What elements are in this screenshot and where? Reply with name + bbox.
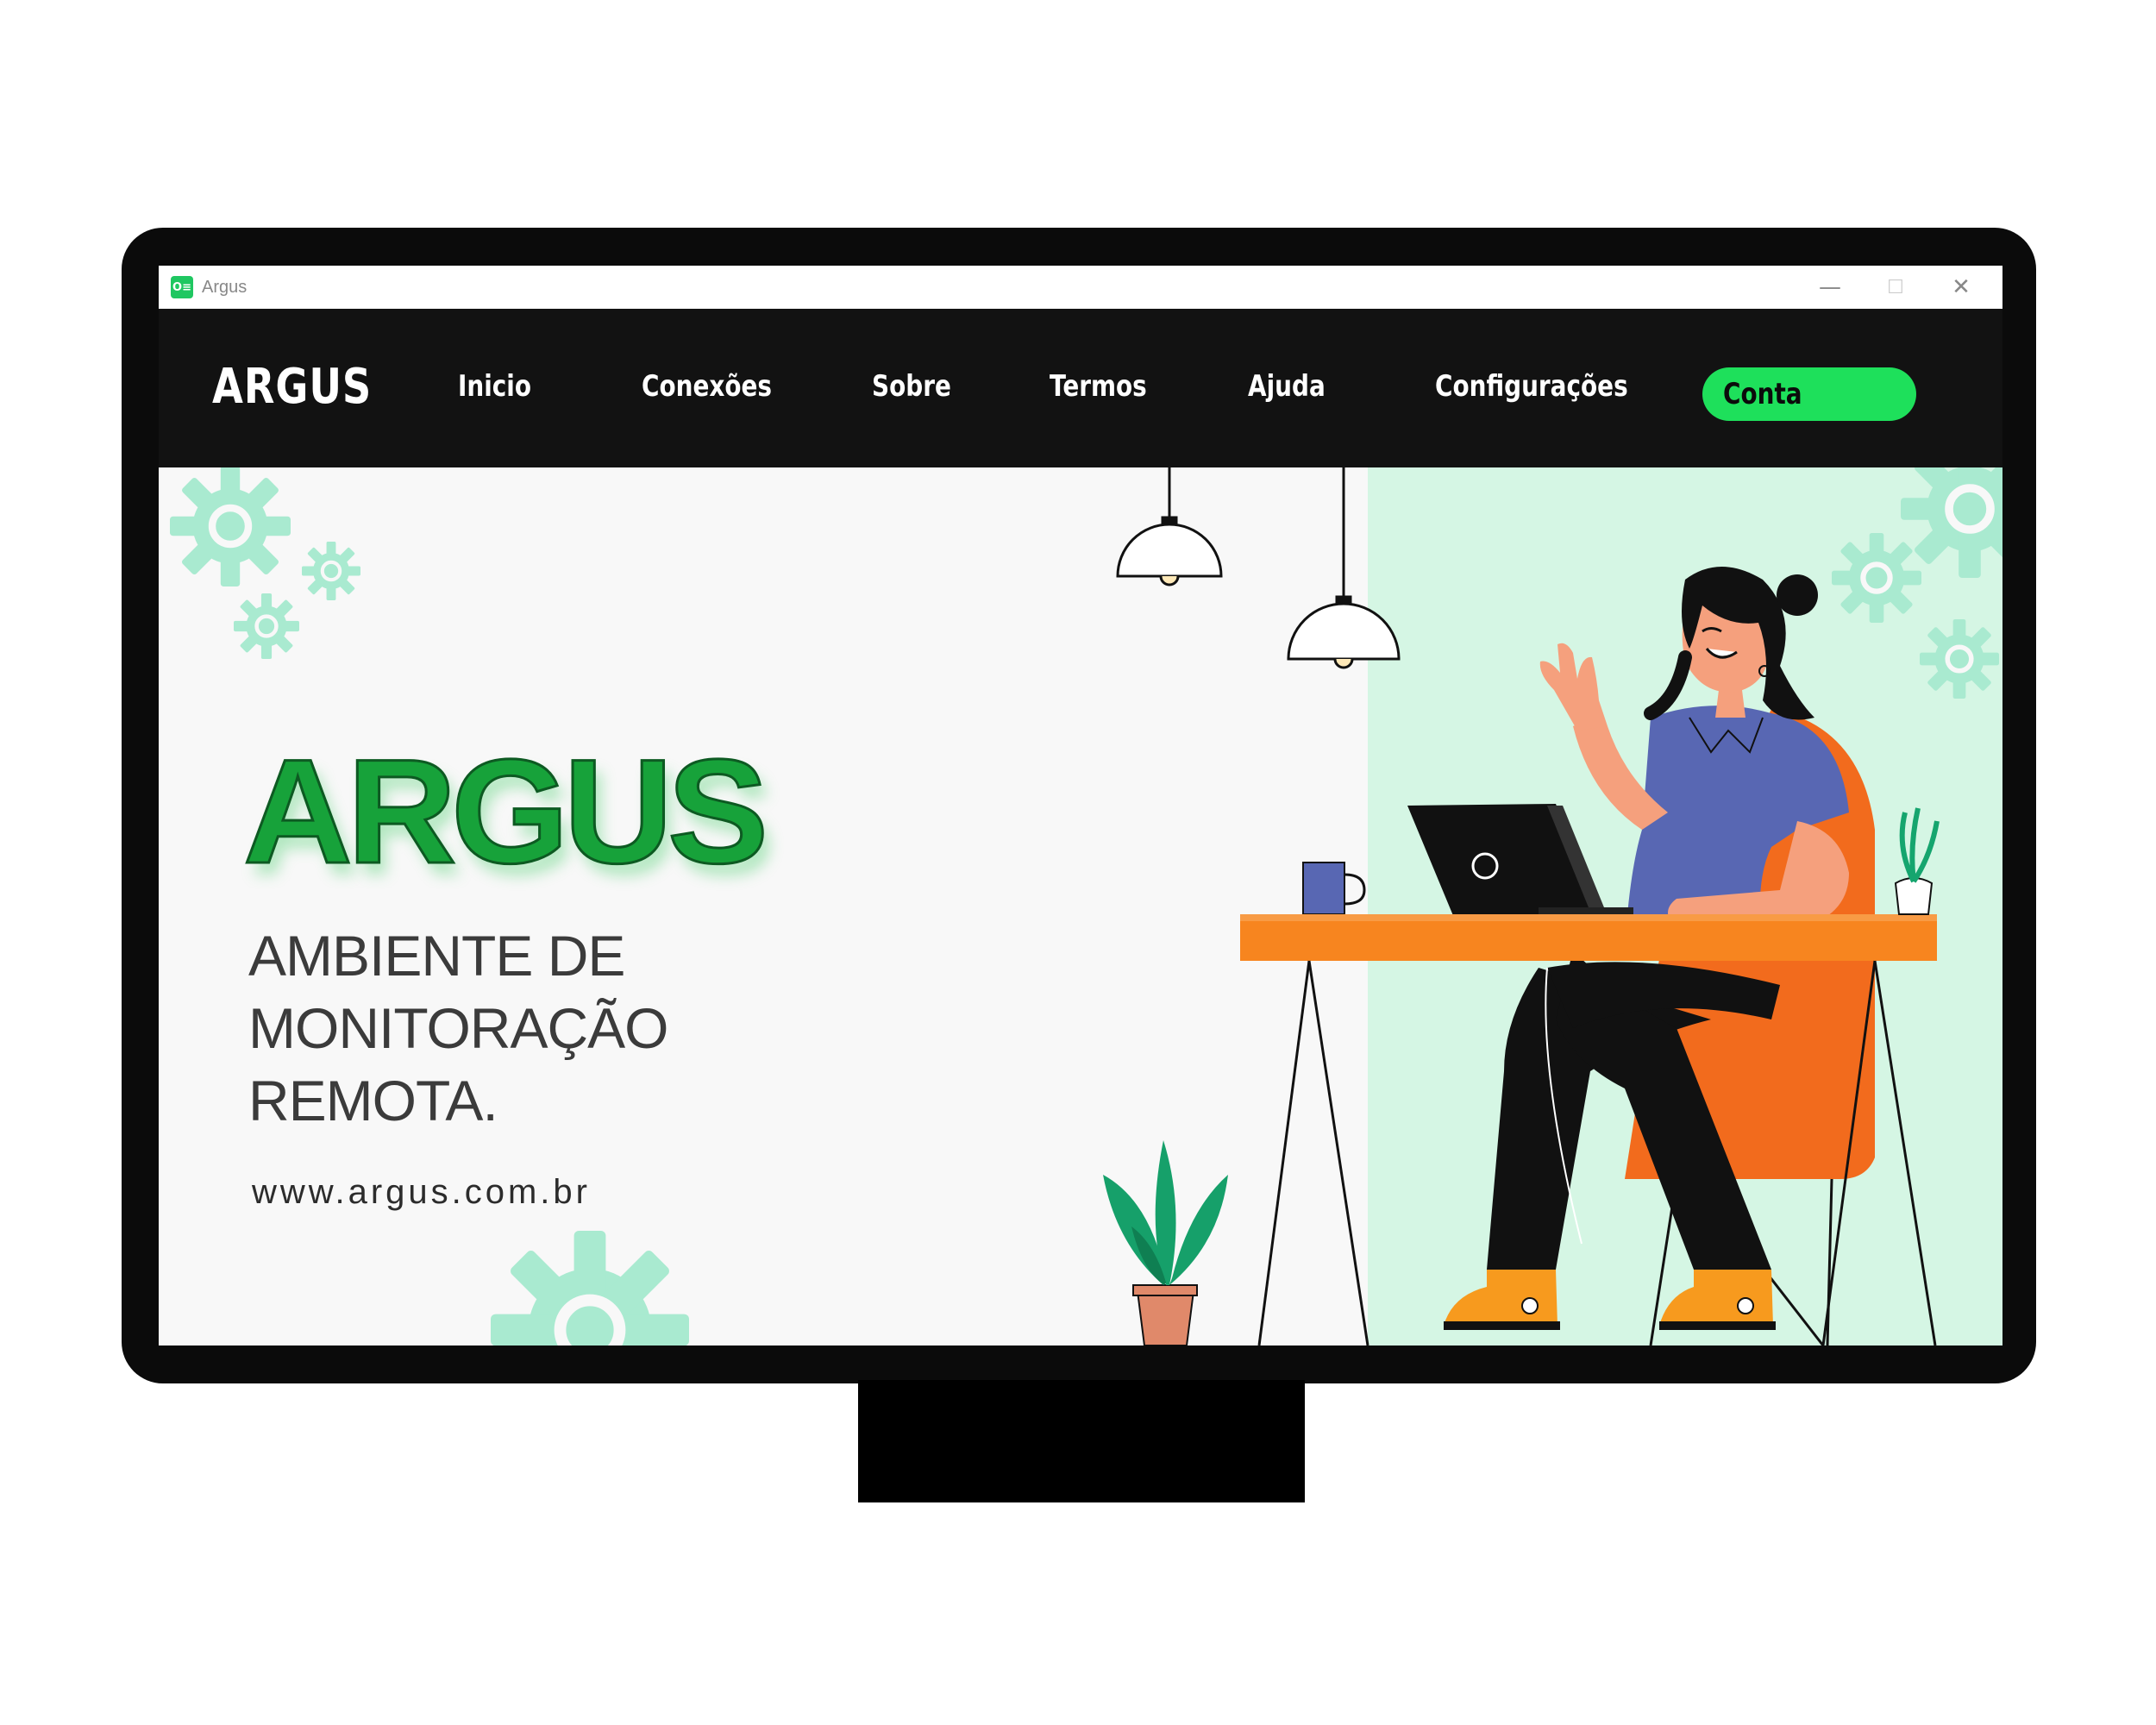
hero-subtitle-line: MONITORAÇÃO	[248, 996, 668, 1060]
minimize-button[interactable]: —	[1797, 266, 1863, 309]
nav-link-configuracoes[interactable]: Configurações	[1435, 369, 1628, 404]
hero-url[interactable]: www.argus.com.br	[252, 1173, 591, 1212]
nav-link-termos[interactable]: Termos	[1050, 369, 1147, 404]
hero-section: ARGUS AMBIENTE DE MONITORAÇÃO REMOTA. ww…	[159, 467, 2002, 1346]
hero-illustration	[159, 467, 2002, 1346]
nav-link-sobre[interactable]: Sobre	[872, 369, 951, 404]
gear-icon	[1832, 533, 1921, 623]
hero-subtitle-line: REMOTA.	[248, 1069, 498, 1132]
nav-logo[interactable]: ARGUS	[212, 359, 372, 415]
nav-link-ajuda[interactable]: Ajuda	[1248, 369, 1326, 404]
nav-link-conexoes[interactable]: Conexões	[642, 369, 772, 404]
lamp-icon	[1116, 467, 1223, 586]
monitor-stand	[858, 1380, 1305, 1502]
gear-icon	[170, 467, 291, 586]
hero-subtitle: AMBIENTE DE MONITORAÇÃO REMOTA.	[248, 919, 852, 1137]
mug-icon	[1302, 862, 1366, 915]
maximize-button[interactable]: ☐	[1863, 266, 1928, 309]
hero-title: ARGUS	[241, 728, 769, 896]
gear-icon	[234, 593, 299, 659]
gear-icon	[302, 542, 360, 600]
lamp-icon	[1287, 467, 1401, 669]
app-window: O≡ Argus — ☐ ✕ ARGUS Inicio Conexões Sob…	[159, 266, 2002, 1346]
account-button-label: Conta	[1723, 377, 1802, 411]
plant-icon	[1103, 1140, 1228, 1346]
gear-icon	[1901, 467, 2002, 578]
nav-link-inicio[interactable]: Inicio	[458, 369, 531, 404]
window-titlebar[interactable]: O≡ Argus — ☐ ✕	[159, 266, 2002, 309]
gear-icon	[491, 1231, 689, 1346]
top-navbar: ARGUS Inicio Conexões Sobre Termos Ajuda…	[159, 309, 2002, 467]
window-title: Argus	[202, 277, 248, 297]
app-icon: O≡	[171, 276, 193, 298]
gear-icon	[1920, 619, 1999, 699]
laptop-icon	[1407, 804, 1633, 918]
plant-icon	[1894, 807, 1940, 915]
account-button[interactable]: Conta	[1702, 367, 1916, 421]
close-button[interactable]: ✕	[1928, 266, 1994, 309]
hero-subtitle-line: AMBIENTE DE	[248, 924, 625, 988]
